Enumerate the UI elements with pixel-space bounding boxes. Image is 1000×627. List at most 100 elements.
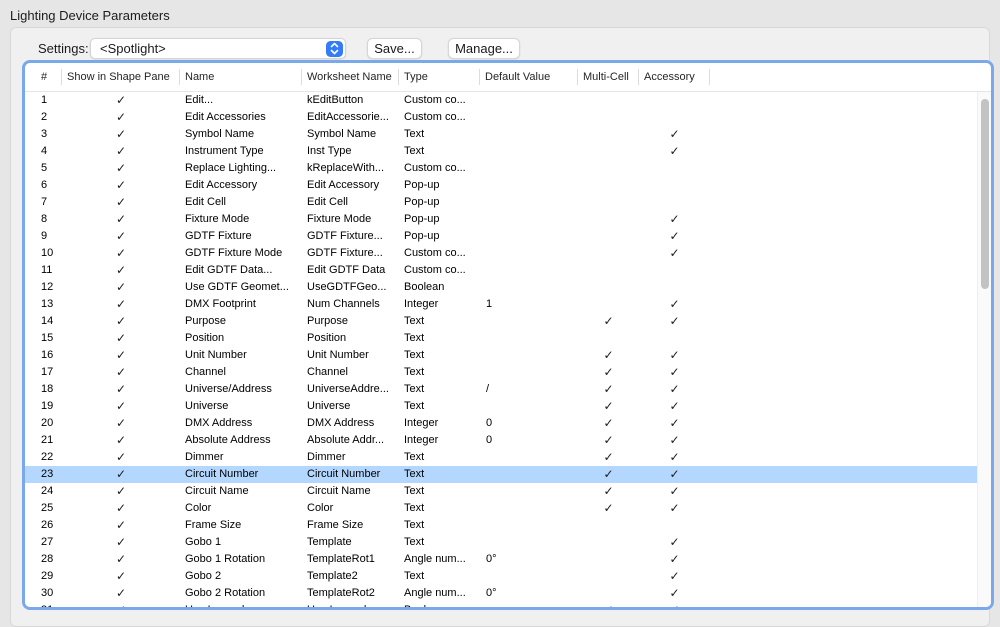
type-cell: Angle num...: [399, 551, 480, 568]
worksheet-name-cell: Num Channels: [302, 296, 399, 313]
table-row[interactable]: 22✓DimmerDimmerText✓✓: [25, 449, 991, 466]
table-row[interactable]: 24✓Circuit NameCircuit NameText✓✓: [25, 483, 991, 500]
check-icon: ✓: [639, 143, 710, 160]
manage-button[interactable]: Manage...: [448, 38, 520, 59]
table-row[interactable]: 25✓ColorColorText✓✓: [25, 500, 991, 517]
table-row[interactable]: 4✓Instrument TypeInst TypeText✓: [25, 143, 991, 160]
empty-cell: [578, 568, 639, 585]
scrollbar-thumb[interactable]: [981, 99, 989, 289]
table-row[interactable]: 6✓Edit AccessoryEdit AccessoryPop-up: [25, 177, 991, 194]
empty-cell: [578, 126, 639, 143]
table-row[interactable]: 9✓GDTF FixtureGDTF Fixture...Pop-up✓: [25, 228, 991, 245]
name-cell: Edit...: [180, 92, 302, 109]
table-row[interactable]: 7✓Edit CellEdit CellPop-up: [25, 194, 991, 211]
column-header-multi-cell[interactable]: Multi-Cell: [578, 69, 639, 85]
table-row[interactable]: 28✓Gobo 1 RotationTemplateRot1Angle num.…: [25, 551, 991, 568]
table-row[interactable]: 1✓Edit...kEditButtonCustom co...: [25, 92, 991, 109]
name-cell: Edit Accessory: [180, 177, 302, 194]
worksheet-name-cell: Symbol Name: [302, 126, 399, 143]
name-cell: DMX Address: [180, 415, 302, 432]
filler-cell: [710, 551, 991, 568]
column-header-name[interactable]: Name: [180, 69, 302, 85]
type-cell: Custom co...: [399, 92, 480, 109]
filler-cell: [710, 143, 991, 160]
row-number: 4: [25, 143, 62, 160]
table-row[interactable]: 23✓Circuit NumberCircuit NumberText✓✓: [25, 466, 991, 483]
empty-cell: [639, 177, 710, 194]
table-row[interactable]: 3✓Symbol NameSymbol NameText✓: [25, 126, 991, 143]
empty-cell: [578, 109, 639, 126]
table-row[interactable]: 16✓Unit NumberUnit NumberText✓✓: [25, 347, 991, 364]
settings-dropdown[interactable]: <Spotlight>: [90, 38, 346, 59]
table-row[interactable]: 27✓Gobo 1TemplateText✓: [25, 534, 991, 551]
table-row[interactable]: 15✓PositionPositionText: [25, 330, 991, 347]
column-header-default-value[interactable]: Default Value: [480, 69, 578, 85]
table-row[interactable]: 11✓Edit GDTF Data...Edit GDTF DataCustom…: [25, 262, 991, 279]
table-row[interactable]: 31✓Use LegendUse LegendBoolean✓✓: [25, 602, 991, 610]
default-value-cell: [480, 364, 578, 381]
row-number: 29: [25, 568, 62, 585]
row-number: 20: [25, 415, 62, 432]
type-cell: Integer: [399, 296, 480, 313]
type-cell: Angle num...: [399, 585, 480, 602]
table-row[interactable]: 12✓Use GDTF Geomet...UseGDTFGeo...Boolea…: [25, 279, 991, 296]
filler-cell: [710, 126, 991, 143]
check-icon: ✓: [62, 585, 180, 602]
check-icon: ✓: [578, 466, 639, 483]
name-cell: Unit Number: [180, 347, 302, 364]
table-row[interactable]: 17✓ChannelChannelText✓✓: [25, 364, 991, 381]
check-icon: ✓: [62, 279, 180, 296]
check-icon: ✓: [578, 449, 639, 466]
check-icon: ✓: [578, 347, 639, 364]
default-value-cell: [480, 517, 578, 534]
table-row[interactable]: 14✓PurposePurposeText✓✓: [25, 313, 991, 330]
default-value-cell: [480, 109, 578, 126]
name-cell: Absolute Address: [180, 432, 302, 449]
column-header-show-in-shape-pane[interactable]: Show in Shape Pane: [62, 69, 180, 85]
settings-dropdown-value: <Spotlight>: [100, 39, 166, 58]
table-row[interactable]: 13✓DMX FootprintNum ChannelsInteger1✓: [25, 296, 991, 313]
check-icon: ✓: [62, 313, 180, 330]
table-row[interactable]: 19✓UniverseUniverseText✓✓: [25, 398, 991, 415]
column-header-worksheet-name[interactable]: Worksheet Name: [302, 69, 399, 85]
type-cell: Text: [399, 483, 480, 500]
filler-cell: [710, 279, 991, 296]
table-row[interactable]: 26✓Frame SizeFrame SizeText: [25, 517, 991, 534]
table-row[interactable]: 21✓Absolute AddressAbsolute Addr...Integ…: [25, 432, 991, 449]
check-icon: ✓: [578, 500, 639, 517]
check-icon: ✓: [639, 398, 710, 415]
table-row[interactable]: 30✓Gobo 2 RotationTemplateRot2Angle num.…: [25, 585, 991, 602]
table-row[interactable]: 2✓Edit AccessoriesEditAccessorie...Custo…: [25, 109, 991, 126]
table-row[interactable]: 18✓Universe/AddressUniverseAddre...Text/…: [25, 381, 991, 398]
vertical-scrollbar[interactable]: [977, 92, 991, 607]
worksheet-name-cell: Absolute Addr...: [302, 432, 399, 449]
column-header-type[interactable]: Type: [399, 69, 480, 85]
name-cell: Instrument Type: [180, 143, 302, 160]
check-icon: ✓: [62, 143, 180, 160]
type-cell: Boolean: [399, 279, 480, 296]
row-number: 3: [25, 126, 62, 143]
name-cell: Position: [180, 330, 302, 347]
default-value-cell: [480, 602, 578, 610]
check-icon: ✓: [62, 177, 180, 194]
row-number: 11: [25, 262, 62, 279]
check-icon: ✓: [62, 262, 180, 279]
save-button[interactable]: Save...: [367, 38, 422, 59]
filler-cell: [710, 330, 991, 347]
check-icon: ✓: [62, 568, 180, 585]
type-cell: Integer: [399, 432, 480, 449]
worksheet-name-cell: Unit Number: [302, 347, 399, 364]
table-row[interactable]: 8✓Fixture ModeFixture ModePop-up✓: [25, 211, 991, 228]
type-cell: Text: [399, 347, 480, 364]
column-header-number[interactable]: #: [25, 69, 62, 85]
type-cell: Boolean: [399, 602, 480, 610]
filler-cell: [710, 534, 991, 551]
table-row[interactable]: 29✓Gobo 2Template2Text✓: [25, 568, 991, 585]
table-row[interactable]: 20✓DMX AddressDMX AddressInteger0✓✓: [25, 415, 991, 432]
column-header-accessory[interactable]: Accessory: [639, 69, 710, 85]
table-row[interactable]: 5✓Replace Lighting...kReplaceWith...Cust…: [25, 160, 991, 177]
table-row[interactable]: 10✓GDTF Fixture ModeGDTF Fixture...Custo…: [25, 245, 991, 262]
filler-cell: [710, 160, 991, 177]
row-number: 23: [25, 466, 62, 483]
check-icon: ✓: [639, 126, 710, 143]
